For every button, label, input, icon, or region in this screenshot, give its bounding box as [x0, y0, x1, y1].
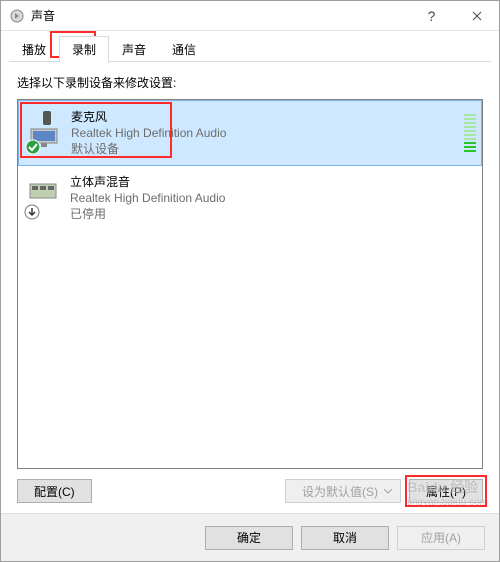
help-button[interactable]: ? [409, 1, 454, 30]
close-button[interactable] [454, 1, 499, 30]
sound-icon [9, 8, 25, 24]
window-title: 声音 [31, 7, 409, 24]
apply-button[interactable]: 应用(A) [397, 526, 485, 550]
tab-sounds[interactable]: 声音 [109, 36, 159, 63]
device-item-microphone[interactable]: 麦克风 Realtek High Definition Audio 默认设备 [18, 100, 482, 166]
sound-dialog: 声音 ? 播放 录制 声音 通信 选择以下录制设备来修改设置: [0, 0, 500, 562]
microphone-icon [27, 109, 63, 153]
level-meter [464, 108, 476, 152]
properties-button[interactable]: 属性(P) [409, 479, 483, 503]
lower-button-row: 配置(C) 设为默认值(S) 属性(P) [17, 479, 483, 503]
device-subtitle: Realtek High Definition Audio [71, 125, 226, 141]
dialog-footer: 确定 取消 应用(A) [1, 513, 499, 561]
tab-strip: 播放 录制 声音 通信 [1, 31, 499, 62]
device-subtitle: Realtek High Definition Audio [70, 190, 225, 206]
cancel-button[interactable]: 取消 [301, 526, 389, 550]
device-name: 立体声混音 [70, 174, 225, 190]
set-default-label: 设为默认值(S) [302, 483, 378, 500]
check-badge-icon [25, 139, 41, 155]
device-status: 默认设备 [71, 141, 226, 157]
device-list[interactable]: 麦克风 Realtek High Definition Audio 默认设备 [17, 99, 483, 469]
tab-recording[interactable]: 录制 [59, 36, 109, 63]
configure-button[interactable]: 配置(C) [17, 479, 92, 503]
chevron-down-icon [384, 489, 392, 494]
tab-communications[interactable]: 通信 [159, 36, 209, 63]
device-status: 已停用 [70, 206, 225, 222]
device-item-stereo-mix[interactable]: 立体声混音 Realtek High Definition Audio 已停用 [18, 166, 482, 230]
tab-playback[interactable]: 播放 [9, 36, 59, 63]
titlebar: 声音 ? [1, 1, 499, 31]
ok-button[interactable]: 确定 [205, 526, 293, 550]
device-name: 麦克风 [71, 109, 226, 125]
tab-content: 选择以下录制设备来修改设置: 麦克风 [1, 62, 499, 513]
soundcard-icon [26, 174, 62, 218]
down-badge-icon [24, 204, 40, 220]
instruction-text: 选择以下录制设备来修改设置: [17, 74, 483, 91]
set-default-button[interactable]: 设为默认值(S) [285, 479, 401, 503]
